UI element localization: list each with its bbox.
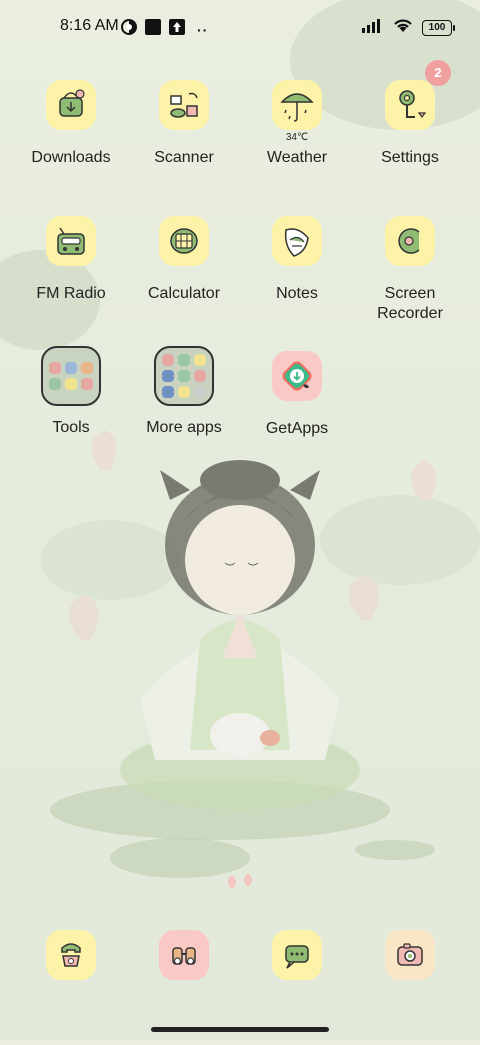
downloads-icon <box>46 80 96 130</box>
app-weather[interactable]: 34℃ Weather <box>241 80 353 168</box>
calculator-icon <box>159 216 209 266</box>
wifi-icon <box>392 17 414 38</box>
radio-icon <box>46 216 96 266</box>
status-bar: 8:16 AM ·· 100 <box>0 0 480 56</box>
dock-camera[interactable] <box>128 930 240 980</box>
weather-icon: 34℃ <box>272 80 322 143</box>
settings-icon: 2 <box>385 60 451 130</box>
signal-icon <box>362 17 384 38</box>
app-calculator[interactable]: Calculator <box>128 216 240 304</box>
app-label: More apps <box>146 419 222 436</box>
weather-temperature: 34℃ <box>285 132 309 143</box>
app-settings[interactable]: 2 Settings <box>354 60 466 168</box>
dock-messages[interactable] <box>241 930 353 980</box>
notes-icon <box>272 216 322 266</box>
screen-recorder-icon <box>385 216 435 266</box>
app-label: Weather <box>266 149 328 166</box>
folder-tools[interactable]: Tools <box>15 346 127 438</box>
battery-indicator: 100 <box>422 19 455 36</box>
data-saver-icon <box>121 19 137 40</box>
status-time: 8:16 AM <box>60 17 119 34</box>
app-fm-radio[interactable]: FM Radio <box>15 216 127 304</box>
gallery-camera-icon <box>385 930 435 980</box>
dock-phone[interactable] <box>15 930 127 980</box>
notification-square-icon <box>145 19 161 40</box>
app-scanner[interactable]: Scanner <box>128 80 240 168</box>
camera-icon <box>159 930 209 980</box>
app-screen-recorder[interactable]: Screen Recorder <box>354 216 466 324</box>
scanner-icon <box>159 80 209 130</box>
app-label: Screen Recorder <box>377 285 443 322</box>
getapps-icon <box>272 351 322 401</box>
dock-gallery[interactable] <box>354 930 466 980</box>
more-notifications: ·· <box>197 21 209 38</box>
app-label: Tools <box>52 419 90 436</box>
notification-badge: 2 <box>425 60 451 86</box>
phone-icon <box>46 930 96 980</box>
app-label: Calculator <box>147 285 221 302</box>
app-label: Scanner <box>154 149 214 166</box>
app-label: Settings <box>381 149 439 166</box>
app-label: Downloads <box>31 149 111 166</box>
upload-icon <box>169 19 185 40</box>
app-label: FM Radio <box>36 285 106 302</box>
app-notes[interactable]: Notes <box>241 216 353 304</box>
tools-folder-icon <box>41 346 101 406</box>
app-downloads[interactable]: Downloads <box>15 80 127 168</box>
app-label: Notes <box>276 285 318 302</box>
messages-icon <box>272 930 322 980</box>
app-getapps[interactable]: GetApps <box>241 351 353 439</box>
more-apps-folder-icon <box>154 346 214 406</box>
app-label: GetApps <box>265 420 329 437</box>
home-indicator[interactable] <box>151 1027 329 1032</box>
folder-more-apps[interactable]: More apps <box>128 346 240 438</box>
